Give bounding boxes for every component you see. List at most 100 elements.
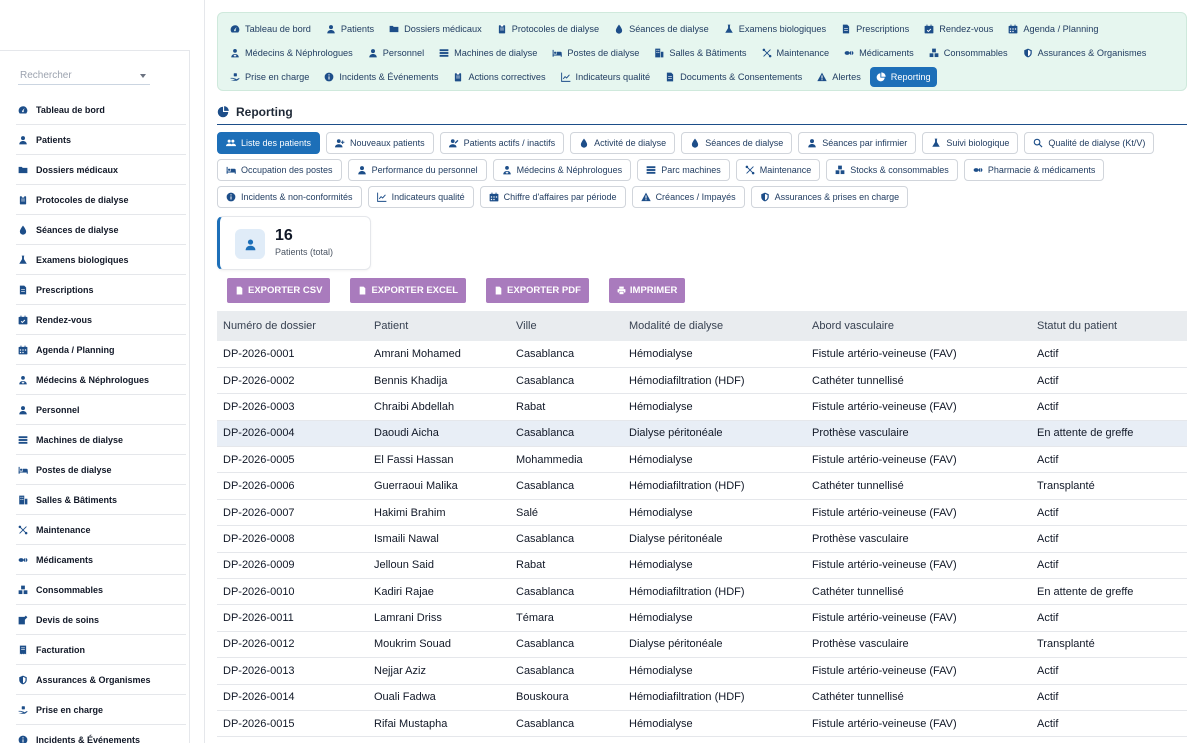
nav-item-prise-en-charge[interactable]: Prise en charge: [224, 67, 315, 87]
table-cell: Prothèse vasculaire: [812, 427, 909, 440]
nav-item-maintenance[interactable]: Maintenance: [756, 43, 836, 63]
tab-activite-de-dialyse[interactable]: Activité de dialyse: [570, 132, 676, 154]
nav-item-protocoles-de-dialyse[interactable]: Protocoles de dialyse: [491, 19, 605, 39]
exporter-csv-button[interactable]: EXPORTER CSV: [227, 278, 331, 303]
nav-item-medecins-nephrologues[interactable]: Médecins & Néphrologues: [224, 43, 359, 63]
tab-chiffre-d-affaires-par-periode[interactable]: Chiffre d'affaires par période: [479, 186, 626, 208]
tab-creances-impayes[interactable]: Créances / Impayés: [631, 186, 745, 208]
table-row[interactable]: DP-2026-0005 El Fassi Hassan Mohammedia Hém…: [217, 447, 1187, 473]
tab-pharmacie-medicaments[interactable]: Pharmacie & médicaments: [963, 159, 1105, 181]
nav-item-salles-batiments[interactable]: Salles & Bâtiments: [648, 43, 752, 63]
nav-item-prescriptions[interactable]: Prescriptions: [835, 19, 915, 39]
table-row[interactable]: DP-2026-0014 Ouali Fadwa Bouskoura Hémodiaf…: [217, 684, 1187, 711]
sidebar-item-assurances-organismes[interactable]: Assurances & Organismes: [16, 665, 186, 695]
column-header[interactable]: Ville: [510, 311, 623, 341]
tab-liste-des-patients[interactable]: Liste des patients: [217, 132, 321, 154]
table-row[interactable]: DP-2026-0009 Jelloun Said Rabat Hémodialyse…: [217, 552, 1187, 579]
tab-indicateurs-qualite[interactable]: Indicateurs qualité: [367, 186, 474, 208]
nav-item-rendez-vous[interactable]: Rendez-vous: [918, 19, 999, 39]
nav-item-machines-de-dialyse[interactable]: Machines de dialyse: [433, 43, 543, 63]
column-header[interactable]: Numéro de dossier: [217, 311, 368, 341]
nav-item-tableau-de-bord[interactable]: Tableau de bord: [224, 19, 317, 39]
table-row[interactable]: DP-2026-0006 Guerraoui Malika Casablanca Hé…: [217, 473, 1187, 500]
tab-seances-par-infirmier[interactable]: Séances par infirmier: [798, 132, 917, 154]
sidebar-item-patients[interactable]: Patients: [16, 125, 186, 155]
nav-item-personnel[interactable]: Personnel: [362, 43, 430, 63]
exporter-pdf-button[interactable]: EXPORTER PDF: [486, 278, 589, 303]
nav-item-seances-de-dialyse[interactable]: Séances de dialyse: [608, 19, 715, 39]
sidebar-item-seances-de-dialyse[interactable]: Séances de dialyse: [16, 215, 186, 245]
nav-item-actions-correctives[interactable]: Actions correctives: [447, 67, 551, 87]
tab-incidents-non-conformites[interactable]: Incidents & non-conformités: [217, 186, 362, 208]
nav-item-indicateurs-qualite[interactable]: Indicateurs qualité: [555, 67, 657, 87]
imprimer-button[interactable]: IMPRIMER: [608, 278, 686, 303]
nav-item-documents-consentements[interactable]: Documents & Consentements: [659, 67, 808, 87]
sidebar-item-maintenance[interactable]: Maintenance: [16, 515, 186, 545]
sidebar-item-examens-biologiques[interactable]: Examens biologiques: [16, 245, 186, 275]
table-row[interactable]: DP-2026-0008 Ismaili Nawal Casablanca Dialy…: [217, 526, 1187, 553]
tab-medecins-nephrologues[interactable]: Médecins & Néphrologues: [492, 159, 632, 181]
nav-item-examens-biologiques[interactable]: Examens biologiques: [718, 19, 832, 39]
sidebar-item-protocoles-de-dialyse[interactable]: Protocoles de dialyse: [16, 185, 186, 215]
table-row[interactable]: DP-2026-0010 Kadiri Rajae Casablanca Hémodi…: [217, 579, 1187, 605]
tab-performance-du-personnel[interactable]: Performance du personnel: [347, 159, 487, 181]
table-cell: Guerraoui Malika: [374, 480, 458, 493]
tab-parc-machines[interactable]: Parc machines: [637, 159, 730, 181]
item-label: Liste des patients: [241, 138, 312, 148]
sidebar-item-medicaments[interactable]: Médicaments: [16, 545, 186, 575]
column-header[interactable]: Abord vasculaire: [806, 311, 1031, 341]
column-header[interactable]: Statut du patient: [1031, 311, 1187, 341]
table-cell: DP-2026-0005: [223, 453, 295, 466]
nav-item-reporting[interactable]: Reporting: [869, 67, 937, 87]
sidebar-item-medecins-nephrologues[interactable]: Médecins & Néphrologues: [16, 365, 186, 395]
table-row[interactable]: DP-2026-0015 Rifai Mustapha Casablanca Hémo…: [217, 710, 1187, 737]
table-row[interactable]: DP-2026-0002 Bennis Khadija Casablanca Hémo…: [217, 367, 1187, 394]
sidebar-search-select[interactable]: Rechercher: [18, 67, 150, 85]
sidebar-item-prise-en-charge[interactable]: Prise en charge: [16, 695, 186, 725]
nav-item-incidents-evenements[interactable]: Incidents & Événements: [318, 67, 444, 87]
tab-assurances-prises-en-charge[interactable]: Assurances & prises en charge: [750, 186, 909, 208]
sidebar-item-facturation[interactable]: Facturation: [16, 635, 186, 665]
table-row[interactable]: DP-2026-0001 Amrani Mohamed Casablanca Hémo…: [217, 341, 1187, 368]
tab-stocks-consommables[interactable]: Stocks & consommables: [826, 159, 958, 181]
sidebar-item-machines-de-dialyse[interactable]: Machines de dialyse: [16, 425, 186, 455]
nav-item-patients[interactable]: Patients: [320, 19, 380, 39]
nav-item-medicaments[interactable]: Médicaments: [838, 43, 920, 63]
table-row[interactable]: DP-2026-0012 Moukrim Souad Casablanca Dialy…: [217, 631, 1187, 658]
table-row[interactable]: DP-2026-0013 Nejjar Aziz Casablanca Hémodia…: [217, 658, 1187, 685]
sidebar-item-agenda-planning[interactable]: Agenda / Planning: [16, 335, 186, 365]
tab-maintenance[interactable]: Maintenance: [735, 159, 821, 181]
table-row[interactable]: DP-2026-0011 Lamrani Driss Témara Hémodialy…: [217, 605, 1187, 632]
nav-item-consommables[interactable]: Consommables: [923, 43, 1014, 63]
sidebar-item-postes-de-dialyse[interactable]: Postes de dialyse: [16, 455, 186, 485]
item-label: Postes de dialyse: [567, 48, 640, 58]
tab-nouveaux-patients[interactable]: Nouveaux patients: [326, 132, 434, 154]
tab-occupation-des-postes[interactable]: Occupation des postes: [217, 159, 342, 181]
sidebar-item-rendez-vous[interactable]: Rendez-vous: [16, 305, 186, 335]
sidebar-item-incidents-evenements[interactable]: Incidents & Événements: [16, 725, 186, 743]
nav-item-dossiers-medicaux[interactable]: Dossiers médicaux: [383, 19, 488, 39]
sidebar-item-consommables[interactable]: Consommables: [16, 575, 186, 605]
exporter-excel-button[interactable]: EXPORTER EXCEL: [350, 278, 467, 303]
table-row[interactable]: DP-2026-0003 Chraibi Abdellah Rabat Hémodia…: [217, 394, 1187, 421]
tab-patients-actifs-inactifs[interactable]: Patients actifs / inactifs: [439, 132, 565, 154]
sidebar-item-personnel[interactable]: Personnel: [16, 395, 186, 425]
table-row[interactable]: DP-2026-0007 Hakimi Brahim Salé Hémodialyse…: [217, 499, 1187, 526]
sidebar-item-prescriptions[interactable]: Prescriptions: [16, 275, 186, 305]
nav-item-agenda-planning[interactable]: Agenda / Planning: [1002, 19, 1104, 39]
column-header[interactable]: Modalité de dialyse: [623, 311, 806, 341]
tab-suivi-biologique[interactable]: Suivi biologique: [922, 132, 1019, 154]
nav-item-assurances-organismes[interactable]: Assurances & Organismes: [1017, 43, 1153, 63]
tab-qualite-de-dialyse-kt-v[interactable]: Qualité de dialyse (Kt/V): [1024, 132, 1155, 154]
sidebar-item-salles-batiments[interactable]: Salles & Bâtiments: [16, 485, 186, 515]
nav-item-postes-de-dialyse[interactable]: Postes de dialyse: [546, 43, 645, 63]
nav-item-alertes[interactable]: Alertes: [811, 67, 867, 87]
table-row[interactable]: DP-2026-0004 Daoudi Aicha Casablanca Dialys…: [217, 420, 1187, 447]
column-header[interactable]: Patient: [368, 311, 510, 341]
tab-seances-de-dialyse[interactable]: Séances de dialyse: [681, 132, 793, 154]
sidebar-item-devis-de-soins[interactable]: Devis de soins: [16, 605, 186, 635]
item-label: Machines de dialyse: [454, 48, 538, 58]
table-cell: Casablanca: [516, 532, 575, 545]
sidebar-item-dossiers-medicaux[interactable]: Dossiers médicaux: [16, 155, 186, 185]
sidebar-item-tableau-de-bord[interactable]: Tableau de bord: [16, 95, 186, 125]
